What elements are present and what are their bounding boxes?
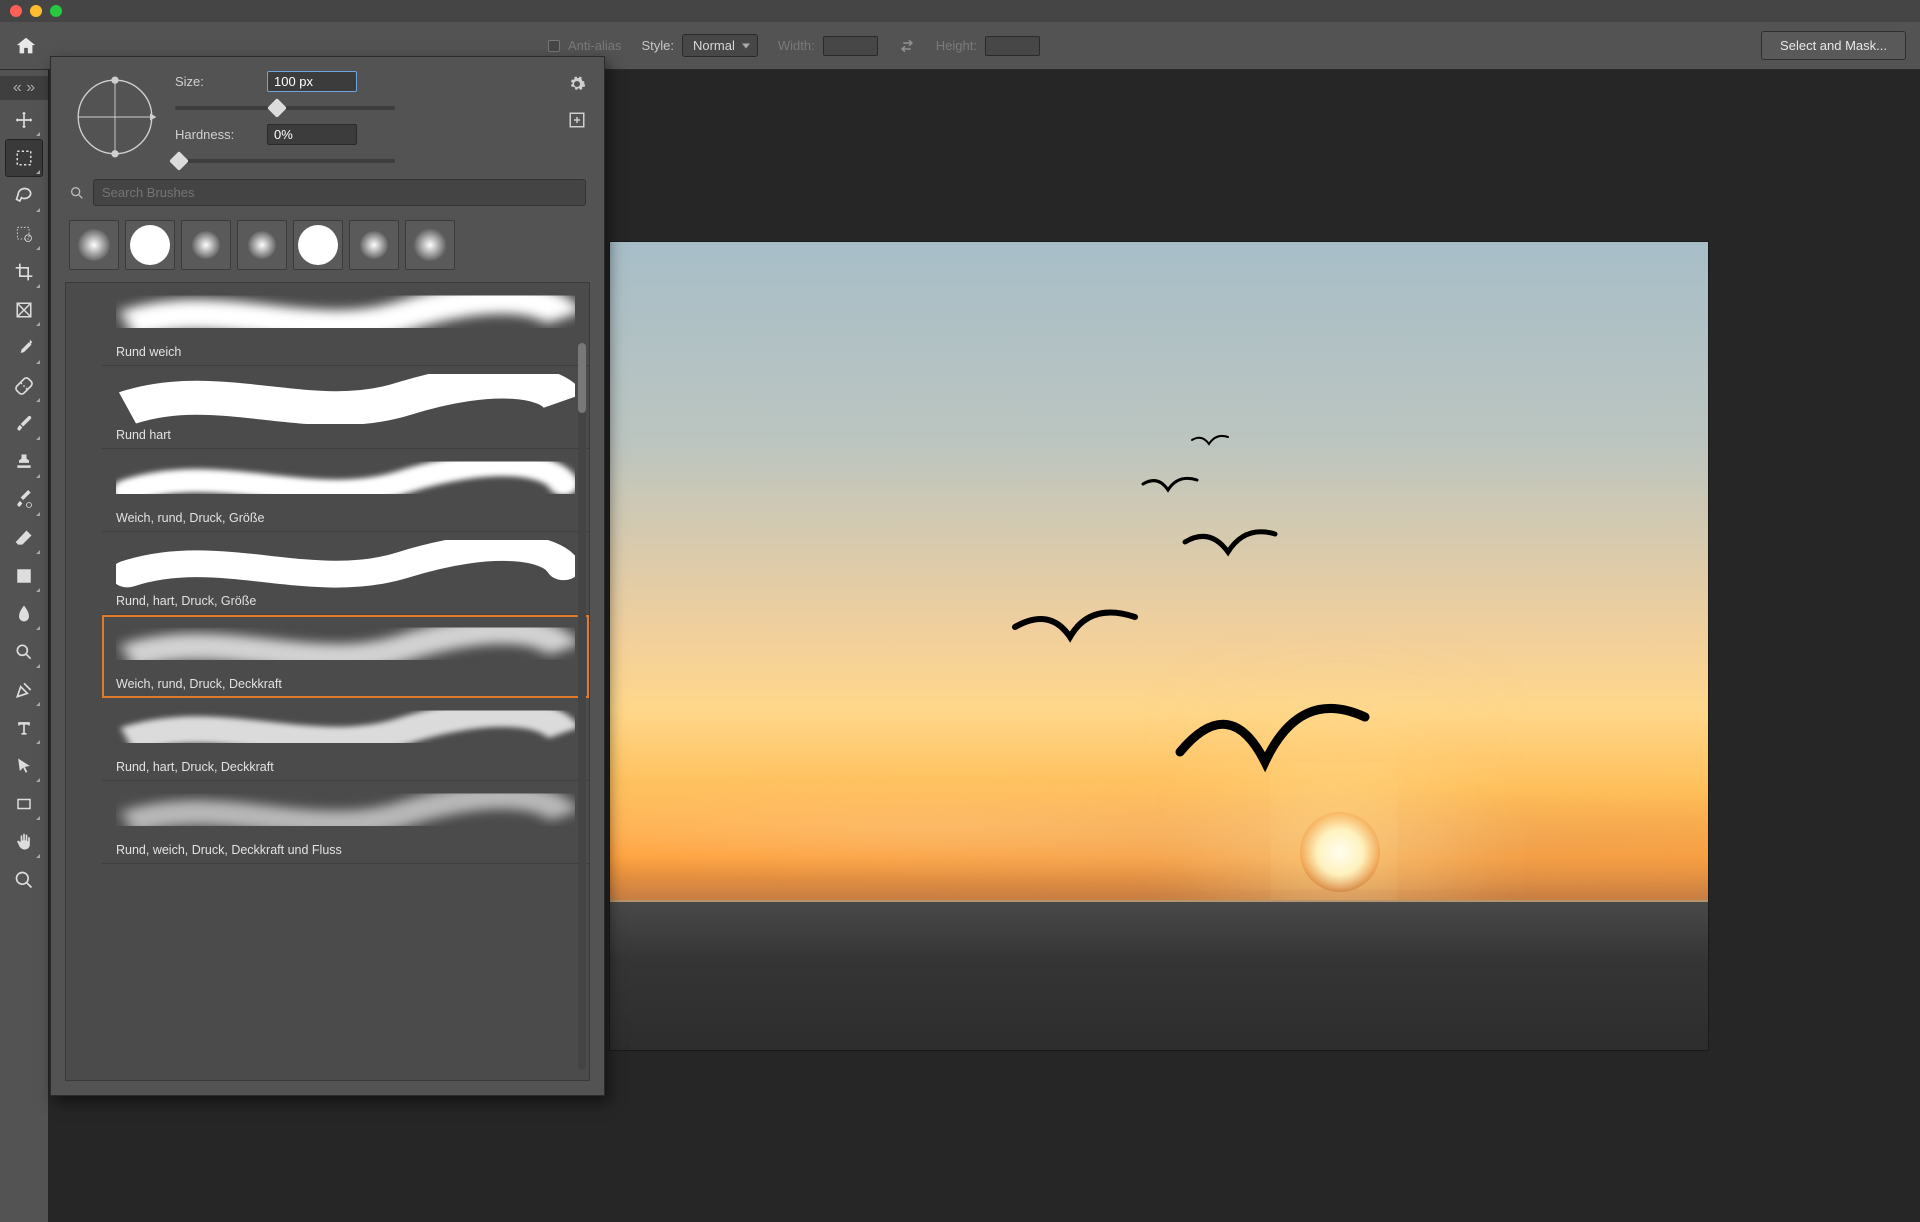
rectangle-tool[interactable] xyxy=(6,786,42,822)
anti-alias-checkbox[interactable] xyxy=(548,40,560,52)
history-brush-tool[interactable] xyxy=(6,482,42,518)
brush-stroke-preview xyxy=(116,789,575,839)
brush-size-input[interactable] xyxy=(267,71,357,92)
brush-hardness-input[interactable] xyxy=(267,124,357,145)
brush-preset-item[interactable]: Rund hart xyxy=(102,366,589,449)
brush-preset-item[interactable]: Rund, hart, Druck, Deckkraft xyxy=(102,698,589,781)
brush-preset-item[interactable]: Rund, weich, Druck, Deckkraft und Fluss xyxy=(102,781,589,864)
recent-brush-6[interactable] xyxy=(349,220,399,270)
width-label: Width: xyxy=(778,38,815,53)
type-tool[interactable] xyxy=(6,710,42,746)
minimize-window[interactable] xyxy=(30,5,42,17)
swap-dimensions-icon[interactable] xyxy=(898,37,916,55)
brush-stroke-preview xyxy=(116,291,575,341)
hardness-label: Hardness: xyxy=(175,127,255,142)
brush-preset-picker: Size: Hardness: Rund weichRund hartWeich xyxy=(50,56,605,1096)
healing-tool[interactable] xyxy=(6,368,42,404)
maximize-window[interactable] xyxy=(50,5,62,17)
smudge-tool[interactable] xyxy=(6,596,42,632)
home-icon[interactable] xyxy=(14,35,38,57)
brush-preset-label: Rund hart xyxy=(116,424,575,442)
style-group: Style: Normal xyxy=(641,34,757,57)
brush-angle-widget[interactable] xyxy=(69,71,161,163)
brush-preset-label: Rund, weich, Druck, Deckkraft und Fluss xyxy=(116,839,575,857)
brush-size-slider[interactable] xyxy=(175,106,395,110)
tab-arrows[interactable]: « » xyxy=(0,76,48,100)
frame-tool[interactable] xyxy=(6,292,42,328)
close-window[interactable] xyxy=(10,5,22,17)
width-field[interactable] xyxy=(823,36,878,56)
height-field[interactable] xyxy=(985,36,1040,56)
move-tool[interactable] xyxy=(6,102,42,138)
gear-icon[interactable] xyxy=(568,75,586,93)
dodge-tool[interactable] xyxy=(6,634,42,670)
recent-brush-1[interactable] xyxy=(69,220,119,270)
search-icon xyxy=(69,185,85,201)
width-group: Width: xyxy=(778,36,878,56)
recent-brush-7[interactable] xyxy=(405,220,455,270)
brush-preset-label: Rund, hart, Druck, Deckkraft xyxy=(116,756,575,774)
brush-preset-item[interactable]: Rund, hart, Druck, Größe xyxy=(102,532,589,615)
brush-preset-label: Rund weich xyxy=(116,341,575,359)
brush-preset-label: Weich, rund, Druck, Deckkraft xyxy=(116,673,575,691)
brush-preset-item[interactable]: Weich, rund, Druck, Deckkraft xyxy=(102,615,589,698)
brush-stroke-preview xyxy=(116,623,575,673)
tools-panel: « » xyxy=(0,70,48,1222)
zoom-tool[interactable] xyxy=(6,862,42,898)
brush-list-scrollbar[interactable] xyxy=(578,343,586,1070)
document-canvas[interactable] xyxy=(609,241,1709,1051)
style-label: Style: xyxy=(641,38,674,53)
brush-stroke-preview xyxy=(116,374,575,424)
style-dropdown[interactable]: Normal xyxy=(682,34,758,57)
window-titlebar xyxy=(0,0,1920,22)
brush-preset-item[interactable]: Rund weich xyxy=(102,283,589,366)
height-label: Height: xyxy=(936,38,977,53)
anti-alias-label: Anti-alias xyxy=(568,38,621,53)
select-and-mask-button[interactable]: Select and Mask... xyxy=(1761,31,1906,60)
brush-preset-list: Rund weich Rund hart Weich, rund, Druck, G… xyxy=(65,282,590,1081)
new-preset-icon[interactable] xyxy=(568,111,586,129)
brush-stroke-preview xyxy=(116,457,575,507)
hand-tool[interactable] xyxy=(6,824,42,860)
eyedropper-tool[interactable] xyxy=(6,330,42,366)
recent-brush-5[interactable] xyxy=(293,220,343,270)
quick-select-tool[interactable] xyxy=(6,216,42,252)
brush-stroke-preview xyxy=(116,706,575,756)
stamp-tool[interactable] xyxy=(6,444,42,480)
pen-tool[interactable] xyxy=(6,672,42,708)
recent-brush-4[interactable] xyxy=(237,220,287,270)
brush-preset-label: Rund, hart, Druck, Größe xyxy=(116,590,575,608)
lasso-tool[interactable] xyxy=(6,178,42,214)
recent-brush-3[interactable] xyxy=(181,220,231,270)
brush-tool[interactable] xyxy=(6,406,42,442)
brush-hardness-slider[interactable] xyxy=(175,159,395,163)
eraser-tool[interactable] xyxy=(6,520,42,556)
recent-brush-2[interactable] xyxy=(125,220,175,270)
height-group: Height: xyxy=(936,36,1040,56)
size-label: Size: xyxy=(175,74,255,89)
crop-tool[interactable] xyxy=(6,254,42,290)
brush-search-input[interactable] xyxy=(93,179,586,206)
gradient-tool[interactable] xyxy=(6,558,42,594)
brush-preset-label: Weich, rund, Druck, Größe xyxy=(116,507,575,525)
brush-stroke-preview xyxy=(116,540,575,590)
path-select-tool[interactable] xyxy=(6,748,42,784)
anti-alias-group: Anti-alias xyxy=(548,38,621,53)
marquee-tool[interactable] xyxy=(6,140,42,176)
recent-brushes xyxy=(51,210,604,282)
brush-preset-item[interactable]: Weich, rund, Druck, Größe xyxy=(102,449,589,532)
